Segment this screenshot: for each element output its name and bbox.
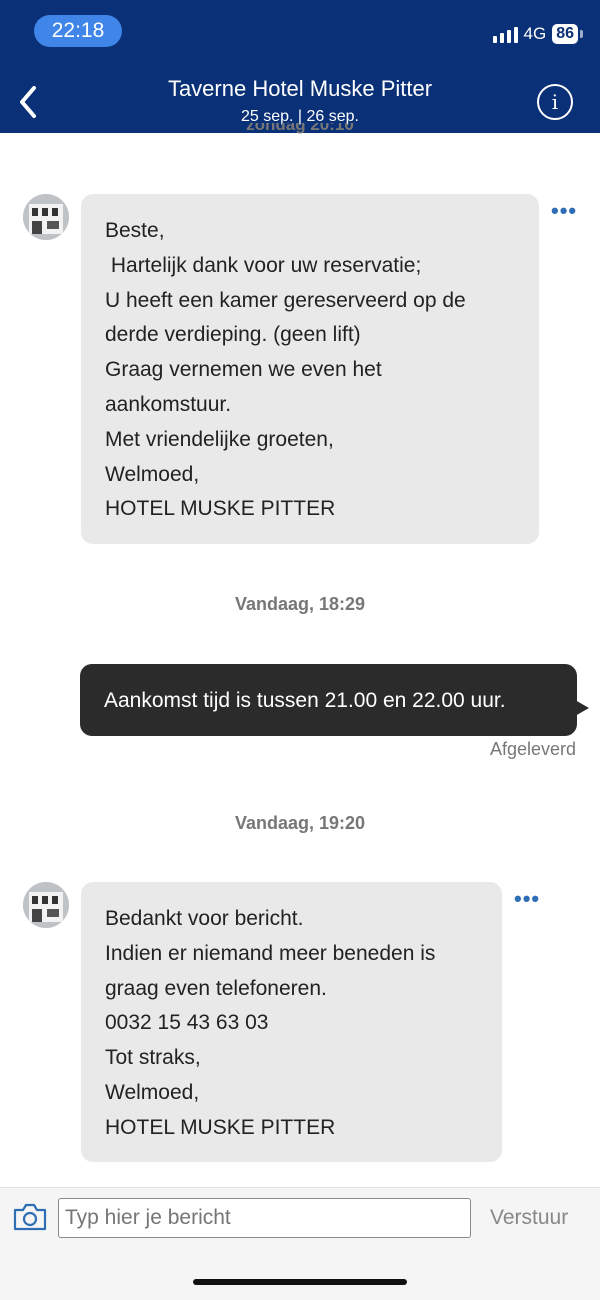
incoming-message: Bedankt voor bericht. Indien er niemand … xyxy=(81,882,502,1162)
avatar[interactable] xyxy=(23,882,69,928)
hotel-avatar-icon xyxy=(23,882,69,928)
incoming-message: Beste, Hartelijk dank voor uw reservatie… xyxy=(81,194,539,544)
status-time[interactable]: 22:18 xyxy=(34,15,122,47)
timestamp-cut: zondag 20:10 xyxy=(246,123,354,134)
hotel-avatar-icon xyxy=(23,194,69,240)
timestamp: Vandaag, 18:29 xyxy=(234,594,366,614)
more-options-icon[interactable]: ••• xyxy=(514,886,540,912)
status-indicators: 4G 86 xyxy=(492,22,583,46)
bubble-tail xyxy=(575,700,589,716)
more-options-icon[interactable]: ••• xyxy=(551,198,577,224)
outgoing-message: Aankomst tijd is tussen 21.00 en 22.00 u… xyxy=(80,664,577,736)
delivery-status: Afgeleverd xyxy=(489,739,576,759)
page-title: Taverne Hotel Muske Pitter xyxy=(167,76,433,101)
app-header: 22:18 4G 86 Taverne Hotel Muske Pitter 2… xyxy=(0,0,600,133)
camera-icon[interactable] xyxy=(12,1202,48,1232)
avatar[interactable] xyxy=(23,194,69,240)
message-composer: Verstuur xyxy=(0,1187,600,1300)
message-input[interactable] xyxy=(58,1198,471,1238)
battery-icon: 86 xyxy=(552,24,583,44)
send-button[interactable]: Verstuur xyxy=(490,1206,568,1230)
network-type: 4G xyxy=(523,24,547,43)
timestamp: Vandaag, 19:20 xyxy=(234,813,366,833)
signal-icon xyxy=(492,25,518,43)
home-indicator xyxy=(193,1279,407,1285)
info-icon[interactable]: i xyxy=(537,84,573,120)
